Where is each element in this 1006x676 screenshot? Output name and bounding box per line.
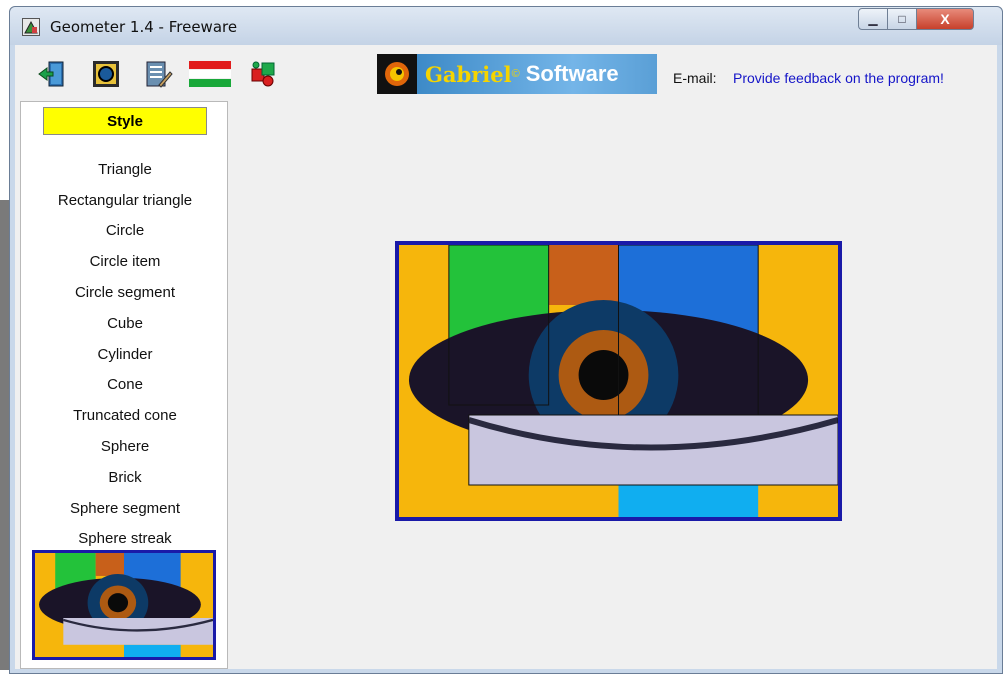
hungarian-flag-icon[interactable] — [188, 58, 232, 90]
logo-name: Gabriel — [425, 61, 512, 87]
app-icon — [22, 18, 40, 36]
email-label: E-mail: — [673, 70, 717, 86]
logo-mark-icon — [377, 54, 417, 94]
shape-item-cylinder[interactable]: Cylinder — [21, 339, 229, 370]
eye-thumbnail-image — [32, 550, 216, 660]
puzzle-icon[interactable] — [247, 58, 279, 90]
shape-item-cone[interactable]: Cone — [21, 370, 229, 401]
maximize-button[interactable]: □ — [887, 8, 917, 30]
style-button[interactable]: Style — [43, 107, 207, 135]
app-window: Geometer 1.4 - Freeware ▁ □ X Gabriel © … — [9, 6, 1003, 674]
shape-sidebar: Style Triangle Rectangular triangle Circ… — [20, 101, 228, 669]
toolbar: Gabriel © Software E-mail: Provide feedba… — [15, 45, 997, 101]
shape-item-circle[interactable]: Circle — [21, 216, 229, 247]
main-display-area — [233, 101, 997, 669]
title-bar[interactable]: Geometer 1.4 - Freeware ▁ □ X — [10, 7, 1002, 45]
eye-main-image — [395, 241, 842, 521]
window-edge — [0, 200, 9, 670]
shape-item-truncated-cone[interactable]: Truncated cone — [21, 400, 229, 431]
feedback-link[interactable]: Provide feedback on the program! — [733, 70, 944, 86]
logo-suffix: Software — [525, 61, 619, 86]
shape-list: Triangle Rectangular triangle Circle Cir… — [21, 154, 229, 554]
shape-item-circle-segment[interactable]: Circle segment — [21, 277, 229, 308]
shape-item-circle-item[interactable]: Circle item — [21, 246, 229, 277]
client-area: Gabriel © Software E-mail: Provide feedba… — [15, 45, 997, 669]
shape-item-rectangular-triangle[interactable]: Rectangular triangle — [21, 185, 229, 216]
gabriel-software-logo: Gabriel © Software — [377, 54, 657, 94]
logo-registered-mark: © — [511, 68, 520, 80]
shape-item-cube[interactable]: Cube — [21, 308, 229, 339]
minimize-button[interactable]: ▁ — [858, 8, 888, 30]
shape-item-sphere-segment[interactable]: Sphere segment — [21, 493, 229, 524]
edit-icon[interactable] — [142, 58, 174, 90]
window-title: Geometer 1.4 - Freeware — [50, 18, 238, 36]
exit-icon[interactable] — [36, 58, 68, 90]
view-icon[interactable] — [90, 58, 122, 90]
close-button[interactable]: X — [916, 8, 974, 30]
shape-item-sphere[interactable]: Sphere — [21, 431, 229, 462]
shape-item-triangle[interactable]: Triangle — [21, 154, 229, 185]
shape-item-brick[interactable]: Brick — [21, 462, 229, 493]
